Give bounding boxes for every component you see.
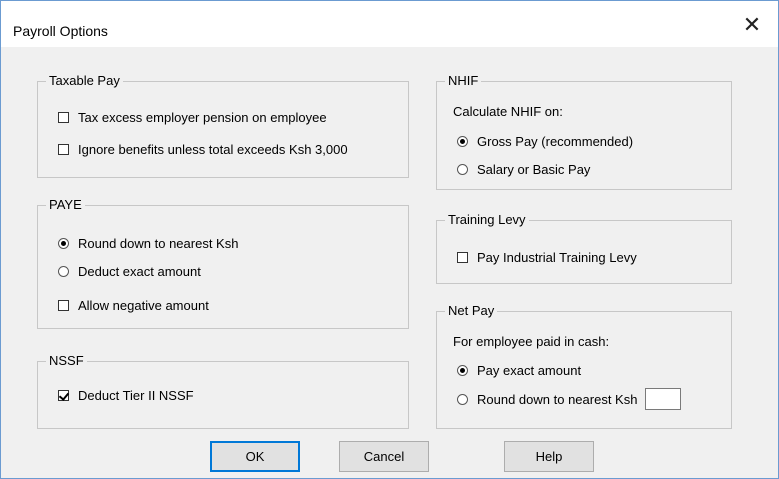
ignore-benefits-checkbox[interactable]: Ignore benefits unless total exceeds Ksh… [58, 142, 348, 157]
deduct-tier2-nssf-checkbox[interactable]: Deduct Tier II NSSF [58, 388, 194, 403]
close-icon[interactable]: ✕ [732, 11, 772, 39]
tax-excess-pension-checkbox[interactable]: Tax excess employer pension on employee [58, 110, 327, 125]
radio-label: Salary or Basic Pay [477, 162, 591, 177]
help-button[interactable]: Help [504, 441, 594, 472]
radio-label: Pay exact amount [477, 363, 582, 378]
checkbox-box[interactable] [58, 112, 69, 123]
net-pay-legend: Net Pay [445, 303, 498, 318]
taxable-pay-group: Taxable Pay Tax excess employer pension … [37, 73, 409, 178]
payroll-options-dialog: Payroll Options ✕ Taxable Pay Tax excess… [0, 0, 779, 479]
nhif-salary-basic-radio[interactable]: Salary or Basic Pay [457, 162, 590, 177]
nhif-prompt: Calculate NHIF on: [453, 104, 563, 119]
training-levy-group: Training Levy Pay Industrial Training Le… [436, 212, 732, 284]
net-pay-round-down-radio[interactable]: Round down to nearest Ksh [457, 388, 682, 410]
checkbox-label: Allow negative amount [78, 298, 209, 313]
checkbox-label: Ignore benefits unless total exceeds Ksh… [78, 142, 348, 157]
taxable-pay-legend: Taxable Pay [46, 73, 123, 88]
nhif-group: NHIF Calculate NHIF on: Gross Pay (recom… [436, 73, 732, 190]
net-pay-exact-radio[interactable]: Pay exact amount [457, 363, 581, 378]
dialog-title: Payroll Options [13, 23, 108, 39]
cancel-button[interactable]: Cancel [339, 441, 429, 472]
radio-dot[interactable] [457, 365, 468, 376]
radio-label: Deduct exact amount [78, 264, 201, 279]
ok-button[interactable]: OK [210, 441, 300, 472]
paye-group: PAYE Round down to nearest Ksh Deduct ex… [37, 197, 409, 329]
net-pay-prompt: For employee paid in cash: [453, 334, 610, 349]
radio-label: Round down to nearest Ksh [477, 391, 638, 407]
checkbox-label: Tax excess employer pension on employee [78, 110, 327, 125]
checkbox-label: Deduct Tier II NSSF [78, 388, 194, 403]
nssf-group: NSSF Deduct Tier II NSSF [37, 353, 409, 429]
radio-dot[interactable] [58, 238, 69, 249]
nhif-legend: NHIF [445, 73, 482, 88]
radio-label: Round down to nearest Ksh [78, 236, 239, 251]
training-levy-legend: Training Levy [445, 212, 529, 227]
radio-dot[interactable] [457, 136, 468, 147]
nhif-gross-pay-radio[interactable]: Gross Pay (recommended) [457, 134, 633, 149]
radio-dot[interactable] [58, 266, 69, 277]
radio-dot[interactable] [457, 393, 468, 405]
radio-dot[interactable] [457, 164, 468, 175]
pay-training-levy-checkbox[interactable]: Pay Industrial Training Levy [457, 250, 637, 265]
nssf-legend: NSSF [46, 353, 87, 368]
paye-legend: PAYE [46, 197, 85, 212]
checkbox-box[interactable] [58, 144, 69, 155]
title-bar: Payroll Options ✕ [1, 1, 778, 47]
paye-round-down-radio[interactable]: Round down to nearest Ksh [58, 236, 238, 251]
net-pay-group: Net Pay For employee paid in cash: Pay e… [436, 303, 732, 429]
checkbox-box[interactable] [58, 300, 69, 311]
checkbox-box[interactable] [457, 252, 468, 263]
round-ksh-input[interactable] [645, 388, 682, 410]
checkbox-label: Pay Industrial Training Levy [477, 250, 637, 265]
radio-label: Gross Pay (recommended) [477, 134, 634, 149]
paye-deduct-exact-radio[interactable]: Deduct exact amount [58, 264, 201, 279]
allow-negative-checkbox[interactable]: Allow negative amount [58, 298, 209, 313]
checkbox-box[interactable] [58, 390, 69, 401]
